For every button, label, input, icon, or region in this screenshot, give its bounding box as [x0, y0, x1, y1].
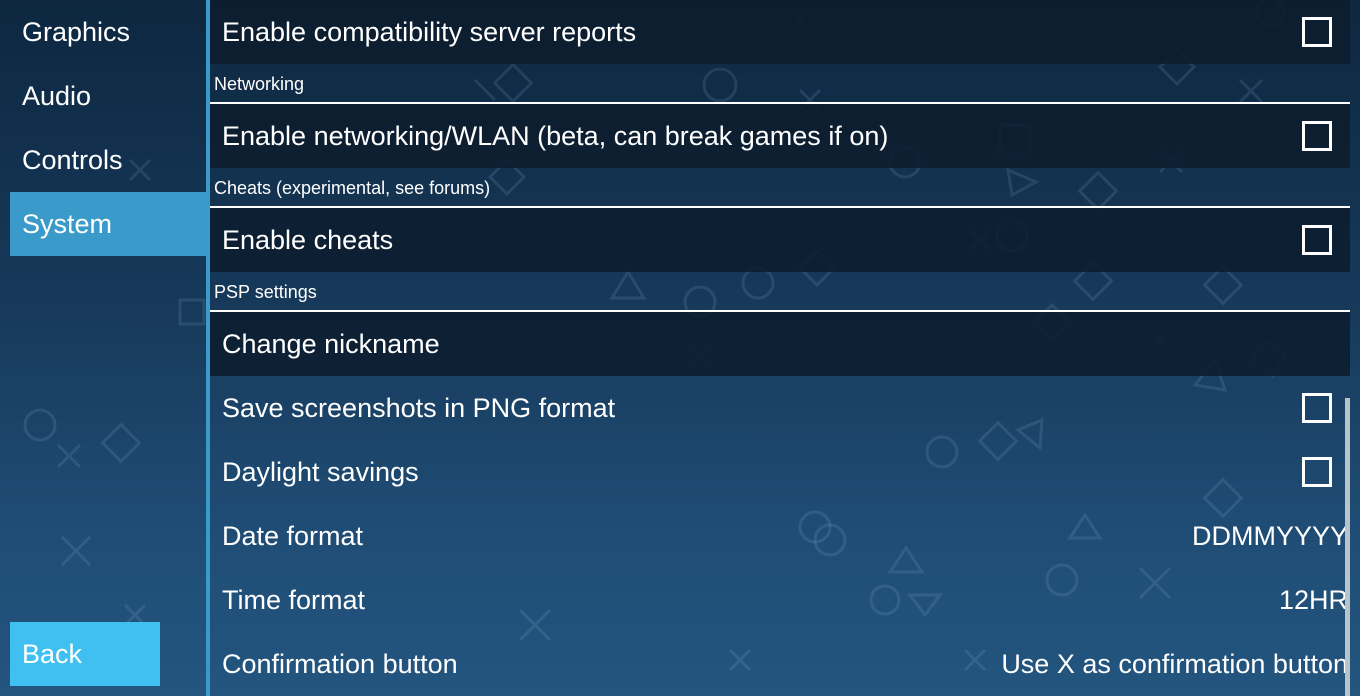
sidebar: Graphics Audio Controls System Back — [0, 0, 206, 696]
daylight-savings-checkbox[interactable] — [1302, 457, 1332, 487]
sidebar-item-controls[interactable]: Controls — [10, 128, 206, 192]
setting-row-date-format[interactable]: Date format DDMMYYYY — [210, 504, 1350, 568]
sidebar-item-graphics[interactable]: Graphics — [10, 0, 206, 64]
settings-list[interactable]: Enable compatibility server reports Netw… — [210, 0, 1360, 696]
section-header-psp-settings: PSP settings — [210, 272, 1350, 312]
section-title: Cheats (experimental, see forums) — [214, 178, 491, 198]
setting-label: Enable compatibility server reports — [222, 17, 637, 47]
scrollbar[interactable] — [1345, 398, 1350, 696]
section-header-cheats: Cheats (experimental, see forums) — [210, 168, 1350, 208]
section-title: PSP settings — [214, 282, 317, 302]
networking-checkbox[interactable] — [1302, 121, 1332, 151]
setting-label: Save screenshots in PNG format — [222, 393, 616, 423]
compat-reports-checkbox[interactable] — [1302, 17, 1332, 47]
setting-row-compat-reports[interactable]: Enable compatibility server reports — [210, 0, 1350, 64]
setting-label: Confirmation button — [222, 649, 458, 679]
setting-row-networking[interactable]: Enable networking/WLAN (beta, can break … — [210, 104, 1350, 168]
setting-row-change-nickname[interactable]: Change nickname — [210, 312, 1350, 376]
sidebar-item-audio[interactable]: Audio — [10, 64, 206, 128]
time-format-value: 12HR — [1278, 585, 1348, 615]
section-header-networking: Networking — [210, 64, 1350, 104]
setting-label: Enable cheats — [222, 225, 394, 255]
section-title: Networking — [214, 74, 305, 94]
date-format-value: DDMMYYYY — [1191, 521, 1348, 551]
back-button[interactable]: Back — [10, 622, 160, 686]
setting-row-confirmation-button[interactable]: Confirmation button Use X as confirmatio… — [210, 632, 1350, 696]
confirmation-button-value: Use X as confirmation button — [1001, 649, 1348, 679]
png-screenshots-checkbox[interactable] — [1302, 393, 1332, 423]
setting-row-time-format[interactable]: Time format 12HR — [210, 568, 1350, 632]
setting-row-png-screenshots[interactable]: Save screenshots in PNG format — [210, 376, 1350, 440]
setting-label: Time format — [222, 585, 366, 615]
setting-row-daylight-savings[interactable]: Daylight savings — [210, 440, 1350, 504]
cheats-checkbox[interactable] — [1302, 225, 1332, 255]
setting-label: Daylight savings — [222, 457, 419, 487]
sidebar-item-system[interactable]: System — [10, 192, 206, 256]
setting-label: Date format — [222, 521, 364, 551]
setting-label: Change nickname — [222, 329, 440, 359]
setting-row-cheats[interactable]: Enable cheats — [210, 208, 1350, 272]
setting-label: Enable networking/WLAN (beta, can break … — [222, 121, 889, 151]
